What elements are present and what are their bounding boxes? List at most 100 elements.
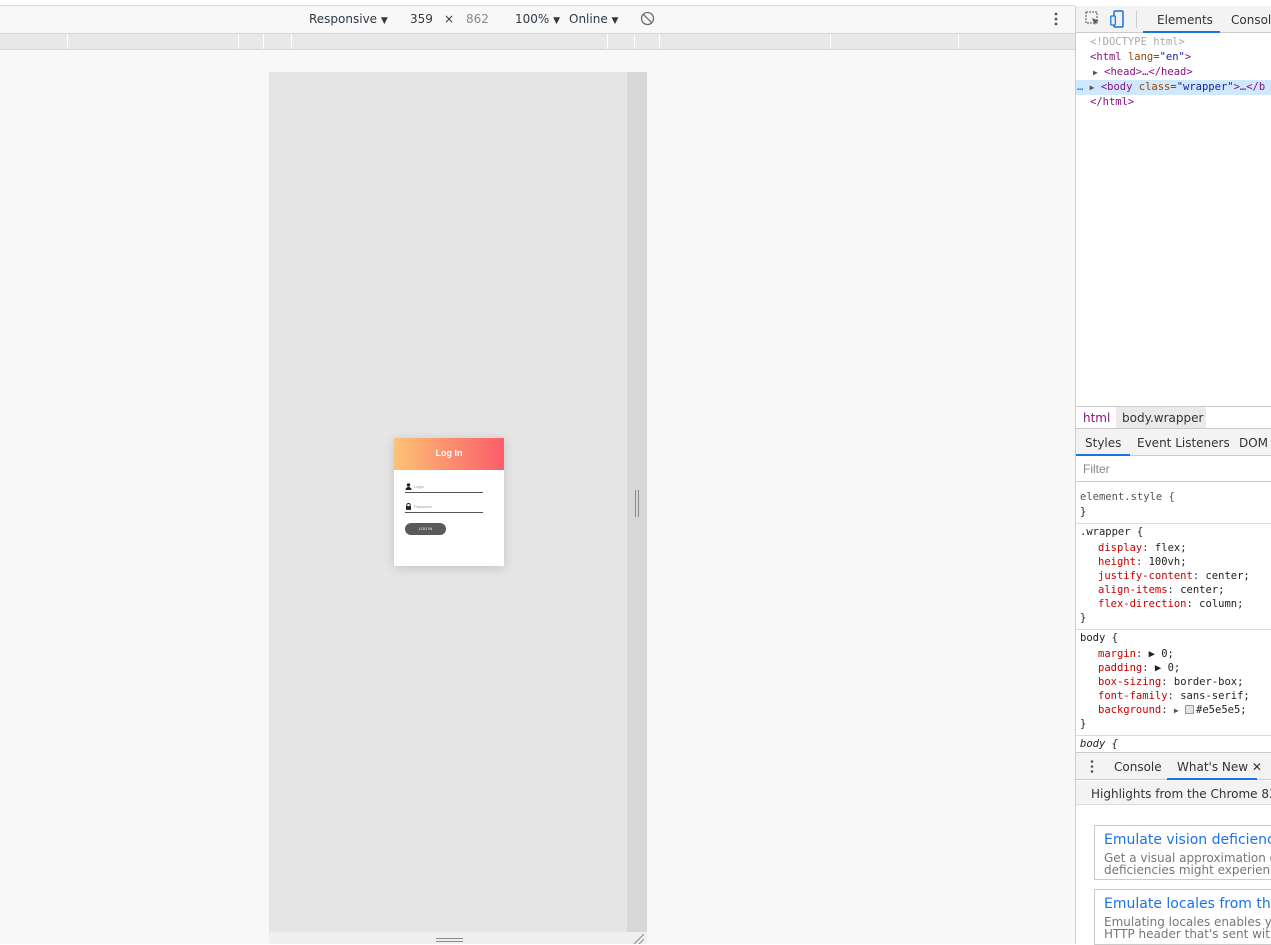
css-property-name: display — [1098, 542, 1143, 554]
styles-pane: element.style { } .wrapper { display: fl… — [1076, 482, 1271, 752]
node-actions-icon[interactable]: … — [1076, 81, 1083, 93]
user-agent-body-selector[interactable]: body { — [1080, 737, 1271, 751]
dom-node-head[interactable]: ▶ <head>…</head> — [1076, 65, 1271, 80]
rotate-icon[interactable] — [640, 11, 655, 26]
css-property-row[interactable]: box-sizing: border-box; — [1098, 675, 1271, 689]
styles-subtabs: Styles Event Listeners DOM — [1076, 429, 1271, 456]
html-close-bracket: > — [1184, 51, 1192, 63]
css-property-value: 100vh; — [1148, 556, 1187, 568]
dom-tree: <!DOCTYPE html> <html lang="en"> ▶ <head… — [1076, 34, 1271, 406]
login-title: Log In — [435, 448, 463, 458]
news-card-body-line: deficiencies might experienc — [1104, 863, 1271, 877]
rule-divider — [1076, 523, 1271, 524]
login-field[interactable] — [405, 481, 483, 493]
ruler-tick — [263, 34, 264, 49]
css-property-row[interactable]: background: ▶ #e5e5e5; — [1098, 703, 1271, 717]
news-card-vision[interactable]: Emulate vision deficiencies Get a visual… — [1094, 825, 1271, 880]
css-property-name: flex-direction — [1098, 598, 1187, 610]
body-class-value: "wrapper" — [1176, 81, 1234, 93]
css-property-row[interactable]: justify-content: center; — [1098, 569, 1271, 583]
expand-triangle-icon[interactable]: ▶ — [1174, 706, 1179, 715]
css-property-row[interactable]: height: 100vh; — [1098, 555, 1271, 569]
device-toggle-icon[interactable] — [1110, 10, 1124, 28]
dom-node-doctype[interactable]: <!DOCTYPE html> — [1076, 35, 1271, 50]
ruler-tick — [291, 34, 292, 49]
css-property-value: ▶ 0; — [1148, 648, 1174, 660]
device-mode-select[interactable]: Responsive ▼ — [309, 12, 388, 28]
css-property-value: column; — [1199, 598, 1244, 610]
news-card-locales[interactable]: Emulate locales from the S Emulating loc… — [1094, 889, 1271, 945]
drawer-tab-console[interactable]: Console — [1114, 760, 1162, 774]
rule-close-brace: } — [1080, 612, 1087, 624]
css-property-name: height — [1098, 556, 1136, 568]
body-selector[interactable]: body { — [1080, 631, 1271, 645]
news-card-title[interactable]: Emulate vision deficiencies — [1104, 832, 1271, 848]
drawer-tab-whats-new[interactable]: What's New ✕ — [1177, 760, 1262, 774]
body-rest: >…</b — [1233, 81, 1266, 93]
network-label: Online — [569, 12, 608, 26]
user-icon — [405, 483, 412, 490]
corner-resize-icon[interactable] — [632, 934, 644, 944]
css-property-row[interactable]: align-items: center; — [1098, 583, 1271, 597]
network-throttle-select[interactable]: Online ▼ — [569, 12, 618, 28]
ruler-tick — [607, 34, 608, 49]
wrapper-selector[interactable]: .wrapper { — [1080, 525, 1271, 539]
tab-event-listeners[interactable]: Event Listeners — [1137, 436, 1230, 450]
device-mode-label: Responsive — [309, 12, 378, 26]
tab-styles[interactable]: Styles — [1085, 436, 1121, 450]
drawer-menu-icon[interactable] — [1089, 758, 1095, 775]
tab-dom-breakpoints[interactable]: DOM — [1239, 436, 1268, 450]
active-drawer-tab-indicator — [1167, 778, 1257, 780]
rule-close-brace: } — [1080, 506, 1087, 518]
password-input[interactable] — [414, 502, 482, 511]
zoom-select[interactable]: 100% ▼ — [515, 12, 560, 28]
breadcrumb-body-wrapper[interactable]: body.wrapper — [1122, 411, 1203, 425]
css-property-row[interactable]: display: flex; — [1098, 541, 1271, 555]
css-property-name: font-family — [1098, 690, 1168, 702]
css-property-value: center; — [1205, 570, 1250, 582]
login-input[interactable] — [414, 482, 482, 491]
color-swatch-icon[interactable] — [1185, 705, 1195, 714]
active-tab-indicator — [1143, 31, 1220, 33]
expand-triangle-icon[interactable]: ▶ — [1076, 68, 1098, 77]
styles-filter-input[interactable] — [1083, 461, 1263, 477]
news-card-title[interactable]: Emulate locales from the S — [1104, 896, 1271, 912]
tab-console[interactable]: Console — [1231, 13, 1271, 27]
close-icon[interactable]: ✕ — [1252, 760, 1262, 774]
ruler-tick — [830, 34, 831, 49]
media-query-ruler[interactable] — [0, 33, 1075, 50]
breadcrumb-html[interactable]: html — [1083, 411, 1110, 425]
dom-node-body[interactable]: … ▶ <body class="wrapper">…</b — [1076, 80, 1271, 95]
element-style-selector[interactable]: element.style { — [1080, 490, 1271, 504]
expand-triangle-icon[interactable]: ▶ — [1090, 83, 1095, 92]
tab-elements[interactable]: Elements — [1157, 13, 1213, 27]
html-open-tag: <html — [1090, 51, 1122, 63]
css-property-value: sans-serif; — [1180, 690, 1250, 702]
css-property-value: flex; — [1154, 542, 1187, 554]
zoom-label: 100% — [515, 12, 550, 26]
device-toolbar: Responsive ▼ 359 × 862 100% ▼ Online ▼ — [0, 6, 1075, 33]
dom-node-html-close[interactable]: </html> — [1076, 95, 1271, 110]
height-input[interactable]: 862 — [466, 12, 489, 26]
login-header: Log In — [394, 438, 504, 470]
css-property-row[interactable]: padding: ▶ 0; — [1098, 661, 1271, 675]
css-property-row[interactable]: flex-direction: column; — [1098, 597, 1271, 611]
inspect-element-icon[interactable] — [1085, 11, 1101, 27]
css-property-row[interactable]: margin: ▶ 0; — [1098, 647, 1271, 661]
more-options-icon[interactable] — [1050, 10, 1062, 28]
rule-divider — [1076, 735, 1271, 736]
dropdown-arrow-icon: ▼ — [380, 16, 388, 26]
password-field[interactable] — [405, 501, 483, 513]
login-button[interactable]: LOG IN — [405, 523, 446, 535]
body-class-attr: class — [1138, 81, 1171, 93]
highlight-text: Highlights from the Chrome 83 up — [1091, 787, 1271, 801]
dom-node-html[interactable]: <html lang="en"> — [1076, 50, 1271, 65]
html-lang-value: "en" — [1159, 51, 1185, 63]
ruler-tick — [238, 34, 239, 49]
dropdown-arrow-icon: ▼ — [611, 16, 619, 26]
width-input[interactable]: 359 — [410, 12, 433, 26]
devtools-panel: Elements Console <!DOCTYPE html> <html l… — [1075, 6, 1271, 945]
ruler-tick — [67, 34, 68, 49]
resize-grip-icon — [436, 938, 463, 942]
css-property-row[interactable]: font-family: sans-serif; — [1098, 689, 1271, 703]
